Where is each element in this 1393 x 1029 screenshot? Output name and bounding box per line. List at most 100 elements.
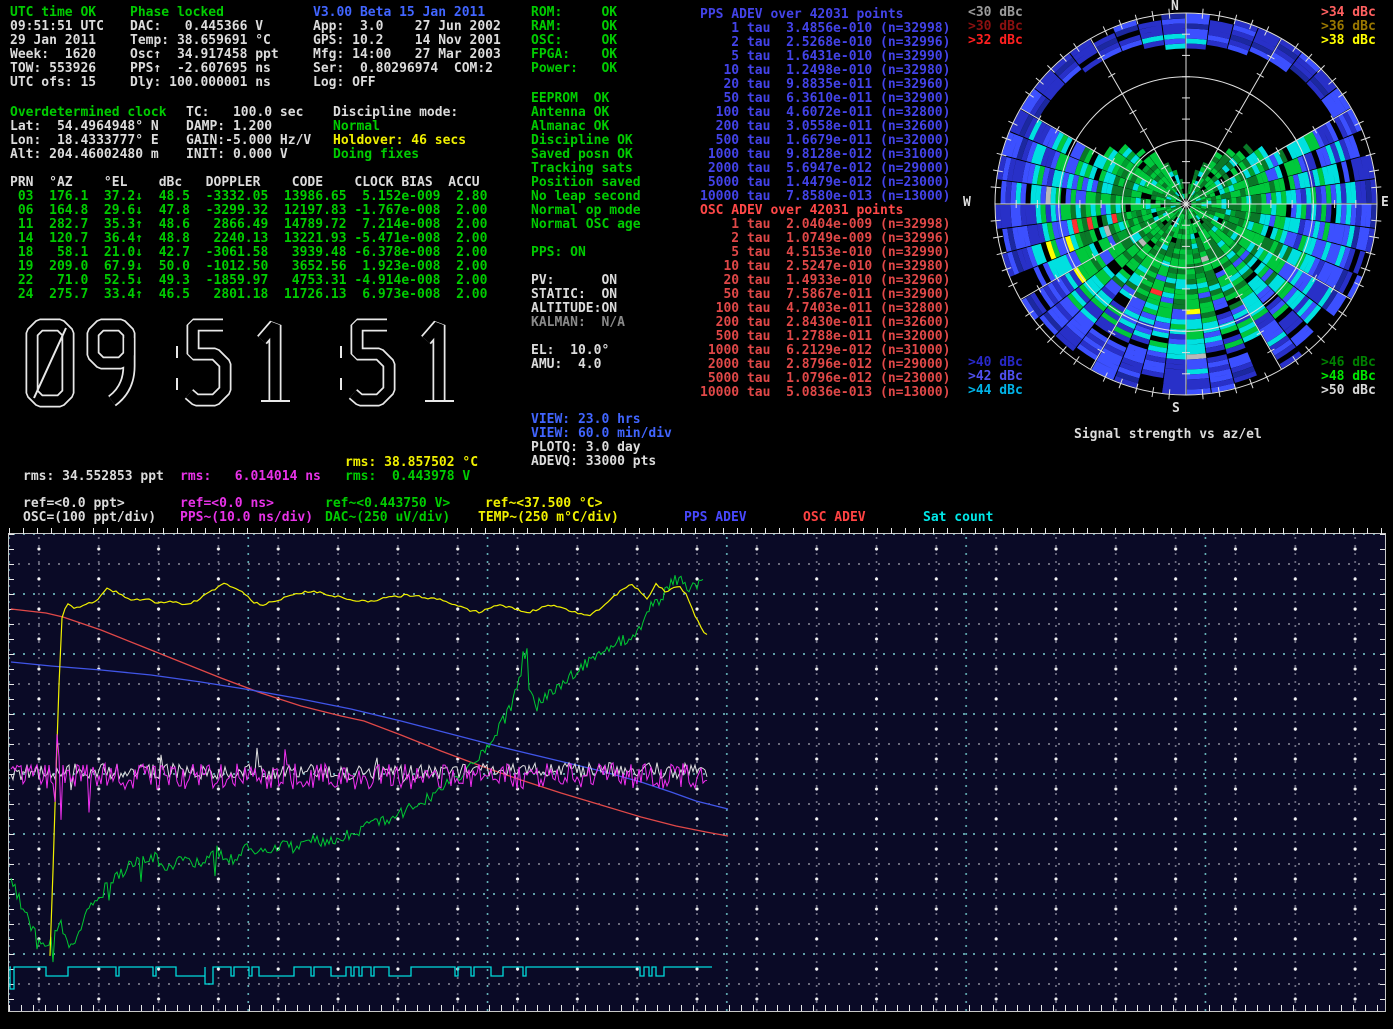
polar-legend-item: >44 dBc — [968, 384, 1023, 398]
position-line: Alt: 204.46002480 m — [10, 148, 167, 162]
rms-pps-label: rms: 6.014014 ns — [180, 470, 321, 484]
utc-line: Week: 1620 — [10, 48, 104, 62]
polar-legend-item: >38 dBc — [1321, 34, 1376, 48]
compass-west-label: W — [963, 196, 971, 210]
lady-heather-screen: UTC time OK 09:51:51 UTC29 Jan 2011Week:… — [0, 0, 1393, 1029]
signal-levels-block: EL: 10.0°AMU: 4.0 — [531, 344, 609, 372]
receiver-status-line: FPGA: OK — [531, 48, 617, 62]
loop-param-line: GAIN:-5.000 Hz/V — [186, 134, 311, 148]
osc-adev-title: OSC ADEV over 42031 points — [700, 204, 950, 218]
kalman-flag: KALMAN: N/A — [531, 316, 625, 330]
plot-legend-sat-count: Sat count — [923, 511, 993, 525]
minor-status-line: Normal OSC age — [531, 218, 641, 232]
pps-state: PPS: ON — [531, 246, 586, 260]
phase-line: Temp: 38.659691 °C — [130, 34, 279, 48]
phase-status: Phase locked — [130, 6, 279, 20]
polar-legend-item: <30 dBc — [968, 6, 1023, 20]
azel-signal-map — [985, 3, 1389, 407]
minor-status-line: Tracking sats — [531, 162, 641, 176]
ref-temp-label: ref~<37.500 °C> — [485, 497, 602, 511]
signal-level-line: EL: 10.0° — [531, 344, 609, 358]
osc-adev-table: OSC ADEV over 42031 points 1 tau 2.0404e… — [700, 204, 950, 400]
version-line: Ser: 0.80296974 COM:2 — [313, 62, 501, 76]
sat-table-header: PRN °AZ °EL dBc DOPPLER CODE CLOCK BIAS … — [10, 176, 487, 190]
pps-adev-table: PPS ADEV over 42031 points 1 tau 3.4856e… — [700, 8, 950, 204]
polar-legend-item: >34 dBc — [1321, 6, 1376, 20]
phase-line: Dly: 100.000001 ns — [130, 76, 279, 90]
polar-legend-item: >46 dBc — [1321, 356, 1376, 370]
ref-dac-label: ref~<0.443750 V> — [325, 497, 450, 511]
discipline-mode-line: Doing fixes — [333, 148, 466, 162]
osc_adev-row: 200 tau 2.8430e-011 (n=32600) — [700, 316, 950, 330]
discipline-mode-line: Holdover: 46 secs — [333, 134, 466, 148]
fix-flags-block: PV: ONSTATIC: ONALTITUDE:ON KALMAN: N/A — [531, 274, 625, 330]
fix-flag-line: STATIC: ON — [531, 288, 625, 302]
minor-status-line: Almanac OK — [531, 120, 641, 134]
polar-legend-item: >42 dBc — [968, 370, 1023, 384]
sat-table-row: 18 58.1 21.0↓ 42.7 -3061.58 3939.48 -6.3… — [10, 246, 487, 260]
phase-line: DAC: 0.445366 V — [130, 20, 279, 34]
pps_adev-row: 50 tau 6.3610e-011 (n=32900) — [700, 92, 950, 106]
pps_adev-row: 1 tau 3.4856e-010 (n=32998) — [700, 22, 950, 36]
osc_adev-row: 10 tau 2.5247e-010 (n=32980) — [700, 260, 950, 274]
satellite-table: PRN °AZ °EL dBc DOPPLER CODE CLOCK BIAS … — [10, 176, 487, 302]
ref-pps-label: ref=<0.0 ns> — [180, 497, 274, 511]
sat-table-row: 06 164.8 29.6↓ 47.8 -3299.32 12197.83 -1… — [10, 204, 487, 218]
sat-table-row: 03 176.1 37.2↓ 48.5 -3332.05 13986.65 5.… — [10, 190, 487, 204]
receiver-status-line: RAM: OK — [531, 20, 617, 34]
utc-line: TOW: 553926 — [10, 62, 104, 76]
osc_adev-row: 500 tau 1.2788e-011 (n=32000) — [700, 330, 950, 344]
polar-legend-item: >36 dBc — [1321, 20, 1376, 34]
version-block: V3.00 Beta 15 Jan 2011 App: 3.0 27 Jun 2… — [313, 6, 501, 90]
discipline-mode-block: Discipline mode: NormalHoldover: 46 secs… — [333, 106, 466, 162]
utc-time-status: UTC time OK — [10, 6, 104, 20]
polar-legend-item: >32 dBc — [968, 34, 1023, 48]
minor-status-line: EEPROM OK — [531, 92, 641, 106]
rms-osc-label: rms: 34.552853 ppt — [23, 470, 164, 484]
minor-status-block: EEPROM OKAntenna OKAlmanac OKDiscipline … — [531, 92, 641, 232]
polar-plot-title: Signal strength vs az/el — [1074, 428, 1262, 442]
loop-param-line: INIT: 0.000 V — [186, 148, 311, 162]
utc-line: 09:51:51 UTC — [10, 20, 104, 34]
osc_adev-row: 5 tau 4.5153e-010 (n=32990) — [700, 246, 950, 260]
digital-clock-svg — [22, 312, 474, 414]
utc-time-block: UTC time OK 09:51:51 UTC29 Jan 2011Week:… — [10, 6, 104, 90]
discipline-mode-label: Discipline mode: — [333, 106, 466, 120]
position-line: Lat: 54.4964948° N — [10, 120, 167, 134]
version-line: Log: OFF — [313, 76, 501, 90]
pps_adev-row: 20 tau 9.8835e-011 (n=32960) — [700, 78, 950, 92]
compass-north-label: N — [1171, 0, 1179, 14]
view-setting-line: PLOTQ: 3.0 day — [531, 441, 672, 455]
pps_adev-row: 5000 tau 1.4479e-012 (n=23000) — [700, 176, 950, 190]
view-setting-line: VIEW: 60.0 min/div — [531, 427, 672, 441]
scale-temp-label: TEMP~(250 m°C/div) — [478, 511, 619, 525]
utc-line: 29 Jan 2011 — [10, 34, 104, 48]
azel-map-svg — [985, 3, 1389, 407]
compass-south-label: S — [1172, 402, 1180, 416]
pps_adev-row: 1000 tau 9.8128e-012 (n=31000) — [700, 148, 950, 162]
strip-chart-svg — [9, 534, 1385, 1011]
osc_adev-row: 50 tau 7.5867e-011 (n=32900) — [700, 288, 950, 302]
polar-legend-item: >48 dBc — [1321, 370, 1376, 384]
loop-param-line: DAMP: 1.200 — [186, 120, 311, 134]
osc_adev-row: 10000 tau 5.0836e-013 (n=13000) — [700, 386, 950, 400]
view-setting-line: VIEW: 23.0 hrs — [531, 413, 672, 427]
polar-legend-item: >30 dBc — [968, 20, 1023, 34]
fix-flag-line: ALTITUDE:ON — [531, 302, 625, 316]
scale-osc-label: OSC=(100 ppt/div) — [23, 511, 156, 525]
minor-status-line: Saved posn OK — [531, 148, 641, 162]
view-settings-block: VIEW: 23.0 hrsVIEW: 60.0 min/divPLOTQ: 3… — [531, 413, 672, 469]
minor-status-line: Normal op mode — [531, 204, 641, 218]
scale-pps-label: PPS~(10.0 ns/div) — [180, 511, 313, 525]
minor-status-line: Antenna OK — [531, 106, 641, 120]
plot-legend-pps-adev: PPS ADEV — [684, 511, 747, 525]
version-line: App: 3.0 27 Jun 2002 — [313, 20, 501, 34]
digital-clock — [22, 312, 474, 414]
strip-chart[interactable] — [8, 533, 1386, 1012]
pps-adev-title: PPS ADEV over 42031 points — [700, 8, 950, 22]
discipline-mode-line: Normal — [333, 120, 466, 134]
sat-table-row: 22 71.0 52.5↓ 49.3 -1859.97 4753.31 -4.9… — [10, 274, 487, 288]
rms-dac-label: rms: 0.443978 V — [345, 470, 470, 484]
odc-title: Overdetermined clock — [10, 106, 167, 120]
ref-osc-label: ref=<0.0 ppt> — [23, 497, 125, 511]
